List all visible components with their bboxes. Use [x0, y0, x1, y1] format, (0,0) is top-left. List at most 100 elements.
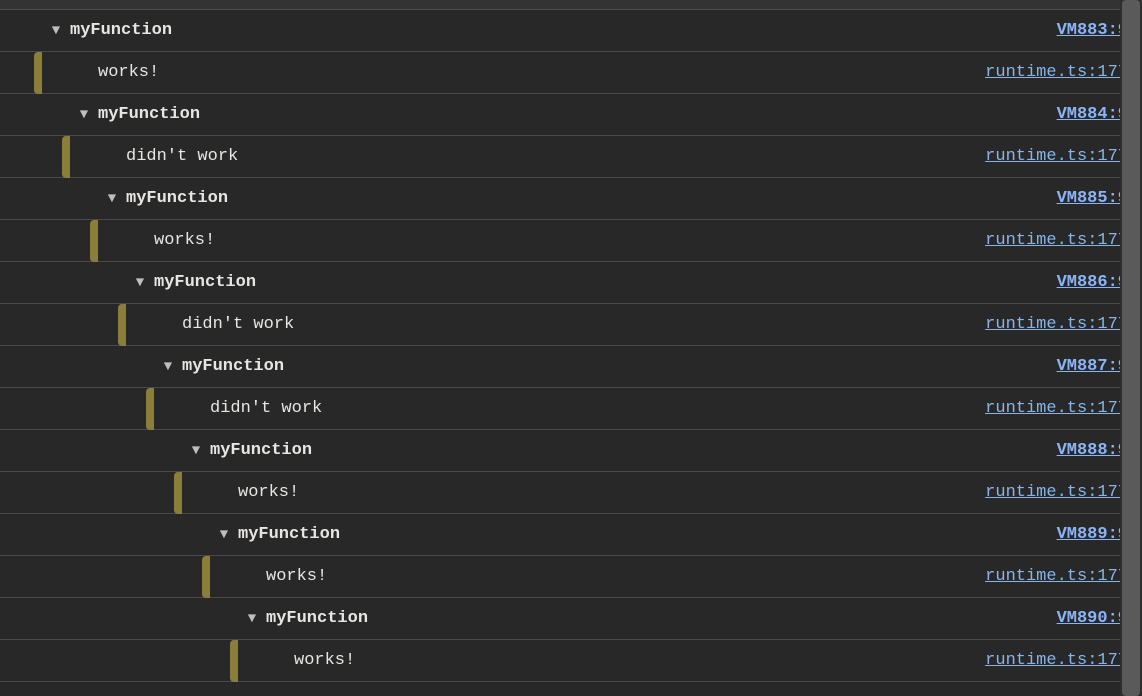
source-location-link[interactable]: VM889:9 [1057, 525, 1128, 544]
scrollbar-thumb[interactable] [1122, 0, 1140, 696]
row-left: works! [0, 640, 355, 681]
expand-triangle-icon[interactable]: ▼ [48, 23, 64, 39]
console-log-entry: works! runtime.ts:177 [0, 472, 1142, 514]
indent-spacer [132, 233, 148, 249]
console-group-header[interactable]: ▼ myFunction VM883:9 [0, 10, 1142, 52]
indent-spacer [216, 485, 232, 501]
indent-spacer [0, 304, 160, 346]
console-output: ▼ myFunction VM883:9 works! runtime.ts:177 ▼… [0, 10, 1142, 682]
group-nesting-marker [174, 472, 182, 514]
row-left: didn't work [0, 136, 238, 177]
group-label: myFunction [126, 189, 228, 208]
source-location-link[interactable]: VM886:9 [1057, 273, 1128, 292]
group-label: myFunction [154, 273, 256, 292]
group-label: myFunction [98, 105, 200, 124]
expand-triangle-icon[interactable]: ▼ [104, 191, 120, 207]
indent-spacer [0, 262, 132, 304]
indent-spacer [0, 514, 216, 556]
row-left: ▼ myFunction [0, 346, 284, 387]
console-log-entry: works! runtime.ts:177 [0, 640, 1142, 682]
group-nesting-marker [230, 640, 238, 682]
source-location-link[interactable]: VM888:9 [1057, 441, 1128, 460]
expand-triangle-icon[interactable]: ▼ [216, 527, 232, 543]
console-group-header[interactable]: ▼ myFunction VM889:9 [0, 514, 1142, 556]
log-message: didn't work [182, 315, 294, 334]
expand-triangle-icon[interactable]: ▼ [132, 275, 148, 291]
console-log-entry: didn't work runtime.ts:177 [0, 304, 1142, 346]
log-message: works! [154, 231, 215, 250]
expand-triangle-icon[interactable]: ▼ [244, 611, 260, 627]
group-label: myFunction [70, 21, 172, 40]
console-log-entry: works! runtime.ts:177 [0, 220, 1142, 262]
group-label: myFunction [238, 525, 340, 544]
indent-spacer [0, 220, 132, 262]
indent-spacer [272, 653, 288, 669]
indent-spacer [0, 94, 76, 136]
source-location-link[interactable]: runtime.ts:177 [985, 315, 1128, 334]
expand-triangle-icon[interactable]: ▼ [160, 359, 176, 375]
source-location-link[interactable]: VM883:9 [1057, 21, 1128, 40]
group-label: myFunction [266, 609, 368, 628]
indent-spacer [0, 388, 188, 430]
source-location-link[interactable]: runtime.ts:177 [985, 483, 1128, 502]
console-group-header[interactable]: ▼ myFunction VM885:9 [0, 178, 1142, 220]
console-group-header[interactable]: ▼ myFunction VM890:9 [0, 598, 1142, 640]
console-log-entry: works! runtime.ts:177 [0, 52, 1142, 94]
log-message: works! [98, 63, 159, 82]
group-label: myFunction [182, 357, 284, 376]
devtools-toolbar-strip [0, 0, 1142, 10]
row-left: ▼ myFunction [0, 10, 172, 51]
log-message: works! [266, 567, 327, 586]
indent-spacer [0, 346, 160, 388]
console-log-entry: didn't work runtime.ts:177 [0, 388, 1142, 430]
source-location-link[interactable]: VM884:9 [1057, 105, 1128, 124]
source-location-link[interactable]: VM890:9 [1057, 609, 1128, 628]
group-nesting-marker [118, 304, 126, 346]
row-left: didn't work [0, 304, 294, 345]
row-left: works! [0, 52, 159, 93]
row-left: ▼ myFunction [0, 430, 312, 471]
indent-spacer [188, 401, 204, 417]
row-left: ▼ myFunction [0, 514, 340, 555]
row-left: ▼ myFunction [0, 94, 200, 135]
group-label: myFunction [210, 441, 312, 460]
group-nesting-marker [146, 388, 154, 430]
indent-spacer [0, 598, 244, 640]
row-left: works! [0, 556, 327, 597]
source-location-link[interactable]: runtime.ts:177 [985, 399, 1128, 418]
row-left: works! [0, 220, 215, 261]
log-message: works! [294, 651, 355, 670]
row-left: didn't work [0, 388, 322, 429]
indent-spacer [104, 149, 120, 165]
row-left: ▼ myFunction [0, 262, 256, 303]
group-nesting-marker [62, 136, 70, 178]
log-message: didn't work [210, 399, 322, 418]
scrollbar-track[interactable] [1120, 0, 1142, 696]
console-group-header[interactable]: ▼ myFunction VM888:9 [0, 430, 1142, 472]
console-log-entry: works! runtime.ts:177 [0, 556, 1142, 598]
expand-triangle-icon[interactable]: ▼ [76, 107, 92, 123]
expand-triangle-icon[interactable]: ▼ [188, 443, 204, 459]
console-group-header[interactable]: ▼ myFunction VM887:9 [0, 346, 1142, 388]
source-location-link[interactable]: runtime.ts:177 [985, 231, 1128, 250]
source-location-link[interactable]: runtime.ts:177 [985, 567, 1128, 586]
console-group-header[interactable]: ▼ myFunction VM886:9 [0, 262, 1142, 304]
source-location-link[interactable]: runtime.ts:177 [985, 63, 1128, 82]
source-location-link[interactable]: VM885:9 [1057, 189, 1128, 208]
indent-spacer [0, 136, 104, 178]
console-group-header[interactable]: ▼ myFunction VM884:9 [0, 94, 1142, 136]
source-location-link[interactable]: runtime.ts:177 [985, 651, 1128, 670]
log-message: works! [238, 483, 299, 502]
row-left: works! [0, 472, 299, 513]
indent-spacer [0, 472, 216, 514]
indent-spacer [0, 10, 48, 52]
group-nesting-marker [34, 52, 42, 94]
row-left: ▼ myFunction [0, 598, 368, 639]
source-location-link[interactable]: VM887:9 [1057, 357, 1128, 376]
indent-spacer [160, 317, 176, 333]
source-location-link[interactable]: runtime.ts:177 [985, 147, 1128, 166]
group-nesting-marker [202, 556, 210, 598]
indent-spacer [0, 178, 104, 220]
log-message: didn't work [126, 147, 238, 166]
indent-spacer [76, 65, 92, 81]
